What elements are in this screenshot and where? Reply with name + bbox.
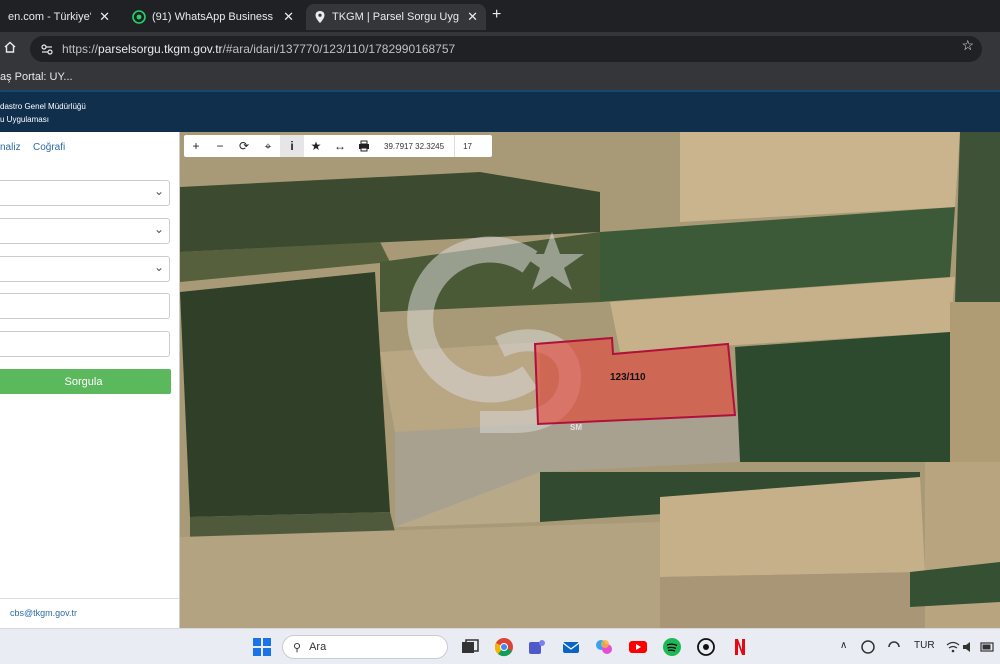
refresh-icon: ⟳ (238, 139, 250, 153)
url-prefix: https:// (62, 42, 99, 56)
tab-analiz[interactable]: naliz (0, 142, 21, 153)
plus-icon: + (192, 139, 200, 153)
search-button[interactable]: Sorgula (0, 369, 171, 394)
tab-whatsapp[interactable]: (91) WhatsApp Business ✕ (124, 4, 302, 30)
neighborhood-select[interactable]: ⌄ (0, 256, 170, 282)
contact-email[interactable]: cbs@tkgm.gov.tr (10, 608, 77, 618)
map-toolbar: + − ⟳ ⌖ i ★ ↔ 39.7917 32.3245 17 (184, 135, 492, 157)
ruler-icon: ↔ (334, 139, 346, 153)
tab-label: TKGM | Parsel Sorgu Uygulamas (332, 11, 459, 23)
district-select[interactable]: ⌄ (0, 218, 170, 244)
close-icon[interactable]: ✕ (99, 9, 110, 25)
site-settings-icon[interactable] (40, 42, 54, 56)
sync-icon[interactable] (886, 639, 902, 655)
locate-button[interactable]: ⌖ (256, 135, 280, 157)
search-icon: ⚲ (293, 641, 302, 654)
tab-cografi[interactable]: Coğrafi (33, 142, 65, 153)
windows-start-icon[interactable] (252, 637, 272, 657)
bookmark-star-icon[interactable]: ☆ (961, 37, 974, 54)
battery-icon[interactable] (980, 640, 996, 654)
measure-button[interactable]: ↔ (328, 135, 352, 157)
home-icon[interactable] (3, 40, 17, 54)
site-header: dastro Genel Müdürlüğü u Uygulaması (0, 90, 1000, 132)
browser-tab-bar: en.com - Türkiye'nin Or ✕ (91) WhatsApp … (0, 0, 1000, 32)
print-button[interactable] (352, 135, 376, 157)
address-bar-row: https://parselsorgu.tkgm.gov.tr/#ara/ida… (0, 32, 1000, 66)
watermark-text: SM (570, 423, 582, 432)
bookmark-item[interactable]: aş Portal: UY... (0, 71, 73, 83)
tab-label: en.com - Türkiye'nin Or (8, 11, 92, 23)
province-select[interactable]: ⌄ (0, 180, 170, 206)
map-view[interactable]: 123/110 SM + − ⟳ ⌖ i ★ ↔ 39.7917 32.3245… (180, 132, 1000, 628)
block-number-input[interactable] (0, 293, 170, 319)
zoom-in-button[interactable]: + (184, 135, 208, 157)
windows-taskbar: ⚲ Ara ∧ TUR (0, 628, 1000, 664)
divider (0, 598, 179, 599)
close-icon[interactable]: ✕ (283, 9, 294, 25)
copilot-icon[interactable] (594, 637, 614, 657)
url-host: parselsorgu.tkgm.gov.tr (98, 42, 223, 56)
teams-icon[interactable] (527, 637, 547, 657)
tab-label: (91) WhatsApp Business (152, 11, 274, 23)
chevron-down-icon: ⌄ (153, 184, 164, 198)
query-sidebar: naliz Coğrafi ⌄ ⌄ ⌄ Sorgula cbs@tkgm.gov… (0, 132, 180, 628)
zoom-out-button[interactable]: − (208, 135, 232, 157)
volume-icon[interactable] (962, 640, 976, 654)
taskbar-search[interactable]: ⚲ Ara (282, 635, 448, 659)
coordinate-readout: 39.7917 32.3245 (384, 141, 445, 151)
satellite-imagery (180, 132, 1000, 628)
printer-icon (359, 140, 369, 152)
tray-app-icon[interactable] (860, 639, 876, 655)
tray-overflow-chevron[interactable]: ∧ (840, 640, 847, 651)
minus-icon: − (216, 139, 224, 153)
close-icon[interactable]: ✕ (467, 9, 478, 25)
parcel-label: 123/110 (610, 372, 646, 383)
map-pin-icon (315, 11, 325, 23)
info-icon: i (290, 139, 294, 153)
refresh-button[interactable]: ⟳ (232, 135, 256, 157)
tab-turkiye[interactable]: en.com - Türkiye'nin Or ✕ (0, 4, 118, 30)
bookmarks-bar: aş Portal: UY... (0, 66, 1000, 90)
tab-tkgm[interactable]: TKGM | Parsel Sorgu Uygulamas ✕ (306, 4, 486, 30)
netflix-icon[interactable] (730, 637, 750, 657)
task-view-icon[interactable] (460, 637, 480, 657)
whatsapp-icon[interactable] (696, 637, 716, 657)
star-icon: ★ (310, 139, 322, 153)
mail-icon[interactable] (561, 637, 581, 657)
site-title-line2: u Uygulaması (0, 115, 49, 124)
zoom-level: 17 (454, 135, 472, 157)
chrome-icon[interactable] (494, 637, 514, 657)
parcel-number-input[interactable] (0, 331, 170, 357)
search-placeholder: Ara (309, 641, 327, 653)
youtube-icon[interactable] (628, 637, 648, 657)
whatsapp-icon (132, 10, 146, 24)
spotify-icon[interactable] (662, 637, 682, 657)
url-field[interactable]: https://parselsorgu.tkgm.gov.tr/#ara/ida… (30, 36, 982, 62)
wifi-icon[interactable] (946, 640, 960, 654)
site-title-line1: dastro Genel Müdürlüğü (0, 102, 86, 111)
language-indicator[interactable]: TUR (914, 640, 935, 651)
chevron-down-icon: ⌄ (153, 260, 164, 274)
new-tab-button[interactable]: + (492, 6, 501, 24)
favorite-button[interactable]: ★ (304, 135, 328, 157)
info-button[interactable]: i (280, 135, 304, 157)
url-path: /#ara/idari/137770/123/110/1782990168757 (222, 42, 456, 56)
chevron-down-icon: ⌄ (153, 222, 164, 236)
url-text: https://parselsorgu.tkgm.gov.tr/#ara/ida… (62, 42, 455, 56)
crosshair-icon: ⌖ (264, 138, 272, 153)
